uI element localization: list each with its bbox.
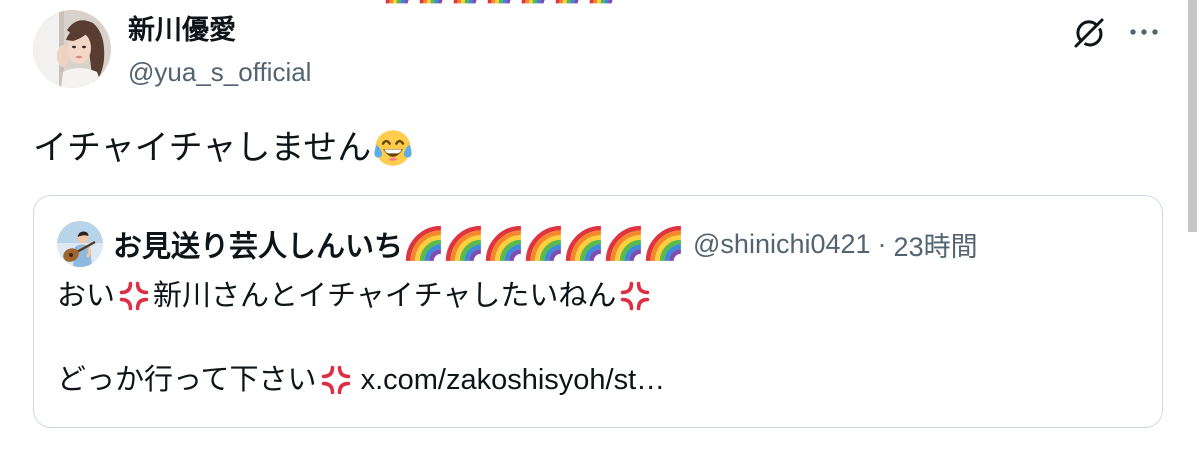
quoted-tweet-card[interactable]: お見送り芸人しんいち @shinichi0421 · 23時間 おい 新川さんと… [33,195,1163,428]
rainbow-emoji-icon [605,225,643,263]
quoted-tweet-link: x.com/zakoshisyoh/st… [360,364,666,396]
quoted-text-segment: おい [57,280,116,312]
quoted-text-segment: 新川さんとイチャイチャしたいねん [153,280,617,312]
rainbow-emoji-icon [565,225,603,263]
quoted-tweet-text: おい 新川さんとイチャイチャしたいねん どっか行って下さい x.com/zako… [57,275,665,401]
rainbow-emoji-icon [405,225,443,263]
rainbow-emoji-icon [589,0,619,5]
quoted-tweet-meta: @shinichi0421 · 23時間 [693,225,978,264]
quoted-tweet-line: おい 新川さんとイチャイチャしたいねん [57,275,665,317]
tweet-text-content: イチャイチャしません [33,129,372,167]
rainbow-emoji-icon [419,0,449,5]
quoted-text-segment: どっか行って下さい [57,364,317,396]
rainbow-emoji-icon [521,0,551,5]
rainbow-emoji-icon [645,225,683,263]
more-options-button[interactable] [1127,19,1161,45]
quoted-author-avatar [57,221,103,267]
more-icon [1130,29,1158,35]
author-avatar[interactable] [33,10,111,88]
tweet-text: イチャイチャしません [33,126,413,170]
quoted-author-handle: @shinichi0421 [693,228,871,259]
quoted-tweet-header: お見送り芸人しんいち @shinichi0421 · 23時間 [113,221,978,267]
previous-content-fragment [385,0,625,5]
grok-icon [1074,18,1104,48]
author-display-name[interactable]: 新川優愛 [128,12,236,48]
quoted-author-name-emojis [405,225,685,263]
author-handle[interactable]: @yua_s_official [128,54,311,90]
rainbow-emoji-icon [445,225,483,263]
rainbow-emoji-icon [385,0,415,5]
rainbow-emoji-icon [555,0,585,5]
scrollbar-thumb[interactable] [1188,0,1197,232]
rainbow-emoji-icon [485,225,523,263]
anger-symbol-icon [118,280,150,312]
quoted-author-display-name: お見送り芸人しんいち [113,231,404,263]
anger-symbol-icon [619,280,651,312]
anger-symbol-icon [320,364,352,396]
guitarist-photo-avatar-icon [57,221,103,267]
author-photo-avatar-icon [33,10,111,88]
grok-button[interactable] [1071,15,1107,51]
face-with-tears-of-joy-icon [373,128,413,168]
rainbow-emoji-icon [453,0,483,5]
rainbow-emoji-icon [525,225,563,263]
meta-separator: · [877,228,887,259]
quoted-tweet-timestamp: 23時間 [893,231,978,262]
quoted-tweet-line: どっか行って下さい x.com/zakoshisyoh/st… [57,359,665,401]
rainbow-emoji-icon [487,0,517,5]
